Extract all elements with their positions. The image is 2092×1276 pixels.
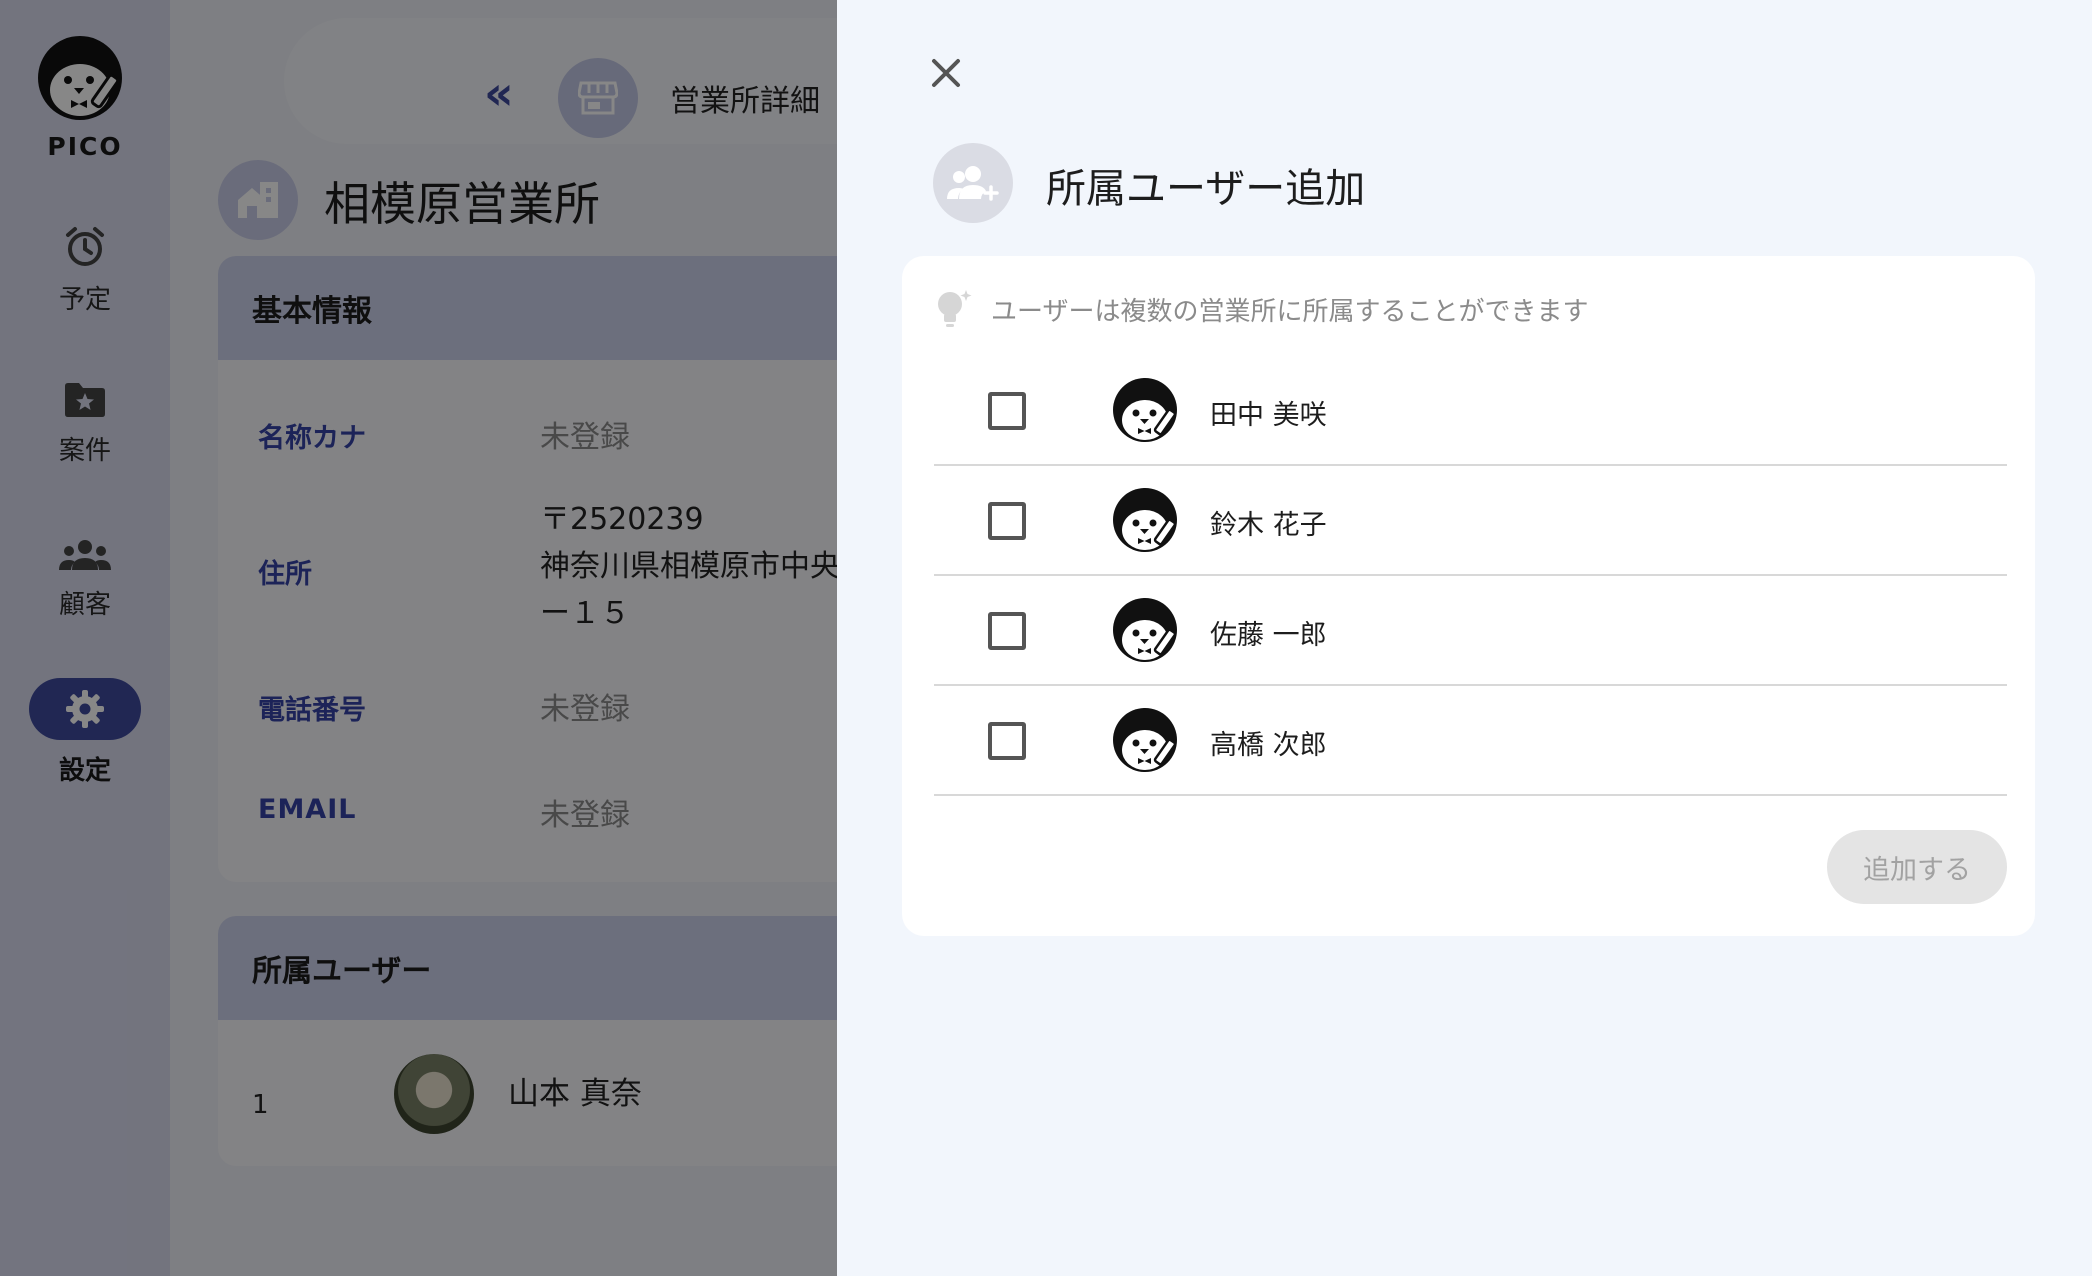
user-select-panel: ユーザーは複数の営業所に所属することができます 田中 美咲 鈴木 花子 佐藤 一… <box>902 256 2035 936</box>
add-button[interactable]: 追加する <box>1827 830 2007 904</box>
add-user-drawer: 所属ユーザー追加 ユーザーは複数の営業所に所属することができます 田中 美咲 鈴… <box>837 0 2092 1276</box>
modal-backdrop[interactable] <box>0 0 837 1276</box>
user-checkbox[interactable] <box>988 612 1026 650</box>
user-name: 高橋 次郎 <box>1210 730 1327 761</box>
user-checkbox[interactable] <box>988 392 1026 430</box>
user-name: 佐藤 一郎 <box>1210 620 1327 651</box>
penguin-avatar-icon <box>1113 598 1177 662</box>
close-icon <box>932 59 960 87</box>
user-name: 鈴木 花子 <box>1210 510 1327 541</box>
hint-text: ユーザーは複数の営業所に所属することができます <box>991 297 1589 327</box>
list-item[interactable]: 佐藤 一郎 <box>934 576 2007 686</box>
list-item[interactable]: 鈴木 花子 <box>934 466 2007 576</box>
close-button[interactable] <box>923 50 969 96</box>
user-checkbox[interactable] <box>988 722 1026 760</box>
list-item[interactable]: 田中 美咲 <box>934 356 2007 466</box>
user-checkbox[interactable] <box>988 502 1026 540</box>
list-item[interactable]: 高橋 次郎 <box>934 686 2007 796</box>
penguin-avatar-icon <box>1113 378 1177 442</box>
add-user-icon <box>933 143 1013 223</box>
lightbulb-icon <box>938 290 972 327</box>
penguin-avatar-icon <box>1113 488 1177 552</box>
drawer-title: 所属ユーザー追加 <box>1046 166 1366 212</box>
user-list: 田中 美咲 鈴木 花子 佐藤 一郎 高橋 次郎 <box>934 356 2007 796</box>
penguin-avatar-icon <box>1113 708 1177 772</box>
user-name: 田中 美咲 <box>1210 400 1327 431</box>
